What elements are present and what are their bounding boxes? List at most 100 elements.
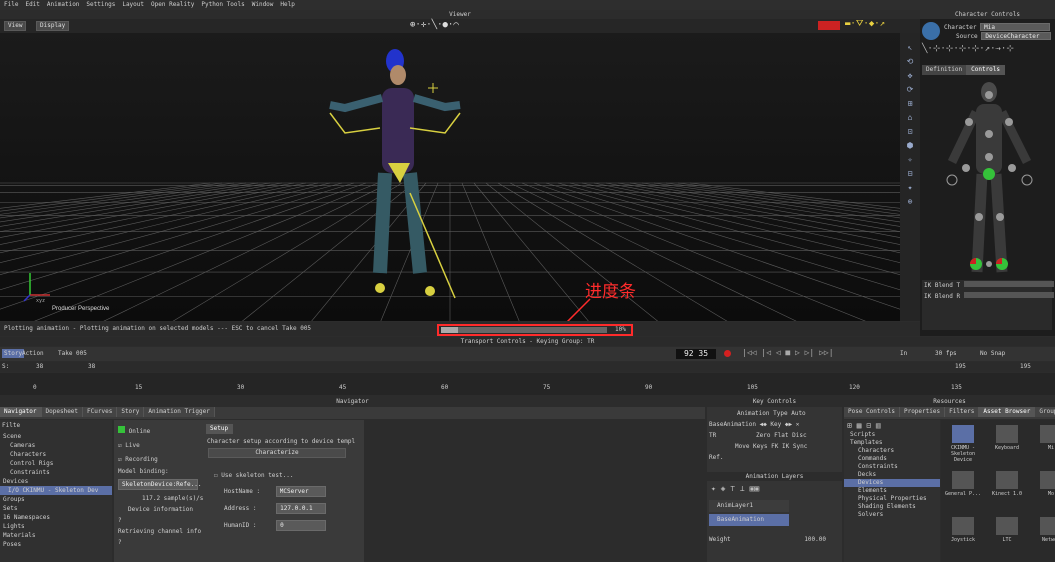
layer-animlayer1[interactable]: AnimLayer1 xyxy=(709,500,789,512)
tab-fcurves[interactable]: FCurves xyxy=(83,407,118,417)
tab-filters[interactable]: Filters xyxy=(945,407,980,417)
nav-tree-item[interactable]: Sets xyxy=(0,504,112,513)
type-select[interactable]: Auto xyxy=(791,410,805,417)
layer-baseanimation[interactable]: BaseAnimation xyxy=(709,514,789,526)
nav-tree-item[interactable]: Devices xyxy=(0,477,112,486)
weight-value[interactable]: 100.00 xyxy=(804,536,826,543)
move-keys-button[interactable]: Move Keys xyxy=(735,443,768,450)
zero-button[interactable]: Zero xyxy=(756,432,770,439)
record-button[interactable] xyxy=(724,350,731,357)
resource-tree-item[interactable]: Solvers xyxy=(844,511,940,519)
asset-item[interactable]: Kinect 1.0 xyxy=(987,468,1027,513)
side-tools-icon[interactable]: ↖ ⟲ ✥ ⟳ ⊞ ⌂ ⊡ ⬢ ✧ ⊟ ✦ ⊕ xyxy=(900,33,920,209)
key-button[interactable]: Key xyxy=(770,421,781,428)
resource-tree-item[interactable]: Templates xyxy=(844,439,940,447)
current-frame[interactable]: 38 xyxy=(88,363,95,371)
tab-asset-browser[interactable]: Asset Browser xyxy=(979,407,1036,417)
humanid-field[interactable]: 0 xyxy=(276,520,327,531)
fk-button[interactable]: FK xyxy=(771,443,778,450)
nav-tree-item[interactable]: Characters xyxy=(0,450,112,459)
tree-view-icon[interactable]: ⊞ ▦ ⊟ ▥ xyxy=(844,420,940,431)
tab-properties[interactable]: Properties xyxy=(899,407,946,417)
binding-select[interactable]: SkeletonDevice:Refe... xyxy=(118,479,201,490)
asset-item[interactable]: Mo xyxy=(1031,468,1055,513)
view-button[interactable]: View xyxy=(4,21,27,31)
viewer-tools-icon[interactable]: ▬·⛛·◆·↗ xyxy=(845,19,885,29)
tab-definition[interactable]: Definition xyxy=(922,65,968,75)
source-select[interactable]: DeviceCharacter xyxy=(981,32,1052,40)
asset-item[interactable]: LTC xyxy=(987,514,1027,559)
nav-tree-item[interactable]: Lights xyxy=(0,522,112,531)
menu-item[interactable]: File xyxy=(4,0,18,10)
resource-tree-item[interactable]: Elements xyxy=(844,487,940,495)
asset-item[interactable]: Joystick xyxy=(943,514,983,559)
fps-select[interactable]: 30 fps xyxy=(935,350,957,358)
base-animation-select[interactable]: BaseAnimation xyxy=(709,421,756,428)
nav-tree-item[interactable]: Control Rigs xyxy=(0,459,112,468)
menu-item[interactable]: Python Tools xyxy=(201,0,244,10)
tab-setup[interactable]: Setup xyxy=(206,424,234,434)
asset-item[interactable]: Networ xyxy=(1031,514,1055,559)
action-label[interactable]: Action xyxy=(22,350,44,358)
disc-button[interactable]: Disc xyxy=(792,432,806,439)
recording-checkbox[interactable]: Recording xyxy=(125,456,158,463)
nav-tree-item[interactable]: Poses xyxy=(0,540,112,549)
tab-groups[interactable]: Groups xyxy=(1035,407,1055,417)
resource-tree-item[interactable]: Devices xyxy=(844,479,940,487)
snap-select[interactable]: No Snap xyxy=(980,350,1005,358)
sync-button[interactable] xyxy=(818,21,840,30)
ik-button[interactable]: IK xyxy=(782,443,789,450)
menu-item[interactable]: Layout xyxy=(122,0,144,10)
resource-tree-item[interactable]: Shading Elements xyxy=(844,503,940,511)
character-select[interactable]: Mia xyxy=(980,23,1051,31)
display-button[interactable]: Display xyxy=(36,21,70,31)
start-frame[interactable]: 38 xyxy=(36,363,43,371)
menu-item[interactable]: Animation xyxy=(47,0,80,10)
characterize-button[interactable]: Characterize xyxy=(208,448,346,458)
tab-controls[interactable]: Controls xyxy=(967,65,1006,75)
timeline[interactable]: 0 15 30 45 60 75 90 105 120 135 xyxy=(0,373,1055,395)
nav-tree-item[interactable]: I/O CKINMU - Skeleton Dev xyxy=(0,486,112,495)
menu-item[interactable]: Settings xyxy=(86,0,115,10)
nav-tree-item[interactable]: Materials xyxy=(0,531,112,540)
sync-button-key[interactable]: Sync xyxy=(793,443,807,450)
tr-select[interactable]: TR xyxy=(709,432,716,439)
resource-tree-item[interactable]: Commands xyxy=(844,455,940,463)
nav-tree-item[interactable]: Groups xyxy=(0,495,112,504)
live-checkbox[interactable]: Live xyxy=(125,442,139,449)
transform-tools-icon[interactable]: ⊕·✛·╲·●·⌒ xyxy=(410,20,459,30)
asset-item[interactable]: Mi xyxy=(1031,422,1055,467)
tab-pose-controls[interactable]: Pose Controls xyxy=(844,407,900,417)
ik-blend-t-slider[interactable] xyxy=(963,281,1054,287)
tab-story[interactable]: Story xyxy=(117,407,145,417)
resource-tree-item[interactable]: Scripts xyxy=(844,431,940,439)
viewport[interactable]: Producer Perspective xyz 进度条 xyxy=(0,33,900,321)
tab-animation-trigger[interactable]: Animation Trigger xyxy=(144,407,215,417)
playback-buttons-icon[interactable]: |◁◁ |◁ ◁ ■ ▷ ▷| ▷▷| xyxy=(742,348,834,357)
end-frame[interactable]: 195 xyxy=(1020,363,1031,371)
resource-tree-item[interactable]: Constraints xyxy=(844,463,940,471)
menu-item[interactable]: Edit xyxy=(25,0,39,10)
menu-item[interactable]: Open Reality xyxy=(151,0,194,10)
frame-value[interactable]: 195 xyxy=(955,363,966,371)
tab-navigator[interactable]: Navigator xyxy=(0,407,42,417)
resource-tree-item[interactable]: Characters xyxy=(844,447,940,455)
resource-tree-item[interactable]: Decks xyxy=(844,471,940,479)
story-button[interactable]: Story xyxy=(2,349,25,358)
take-select[interactable]: Take 005 xyxy=(58,350,87,358)
nav-tree-item[interactable]: Scene xyxy=(0,432,112,441)
resource-tree-item[interactable]: Physical Properties xyxy=(844,495,940,503)
use-skeleton-checkbox[interactable]: Use skeleton test... xyxy=(221,472,293,479)
filter-input[interactable]: Filte xyxy=(2,422,20,429)
menu-item[interactable]: Window xyxy=(252,0,274,10)
nav-tree-item[interactable]: 16 Namespaces xyxy=(0,513,112,522)
layer-tools-icon[interactable]: ✦ ◈ ⊤ ⊥ ▣▣ xyxy=(707,481,842,496)
asset-item[interactable]: Keyboard xyxy=(987,422,1027,467)
asset-item[interactable]: CKINMU - Skeleton Device xyxy=(943,422,983,467)
menu-item[interactable]: Help xyxy=(280,0,294,10)
tab-dopesheet[interactable]: Dopesheet xyxy=(41,407,84,417)
character-tools-icon[interactable]: ╲·⊹·⊹·⊹·⊹·↗·⇢·⊹ xyxy=(922,44,1014,54)
nav-tree-item[interactable]: Constraints xyxy=(0,468,112,477)
nav-tree-item[interactable]: Cameras xyxy=(0,441,112,450)
in-label[interactable]: In xyxy=(900,350,907,358)
